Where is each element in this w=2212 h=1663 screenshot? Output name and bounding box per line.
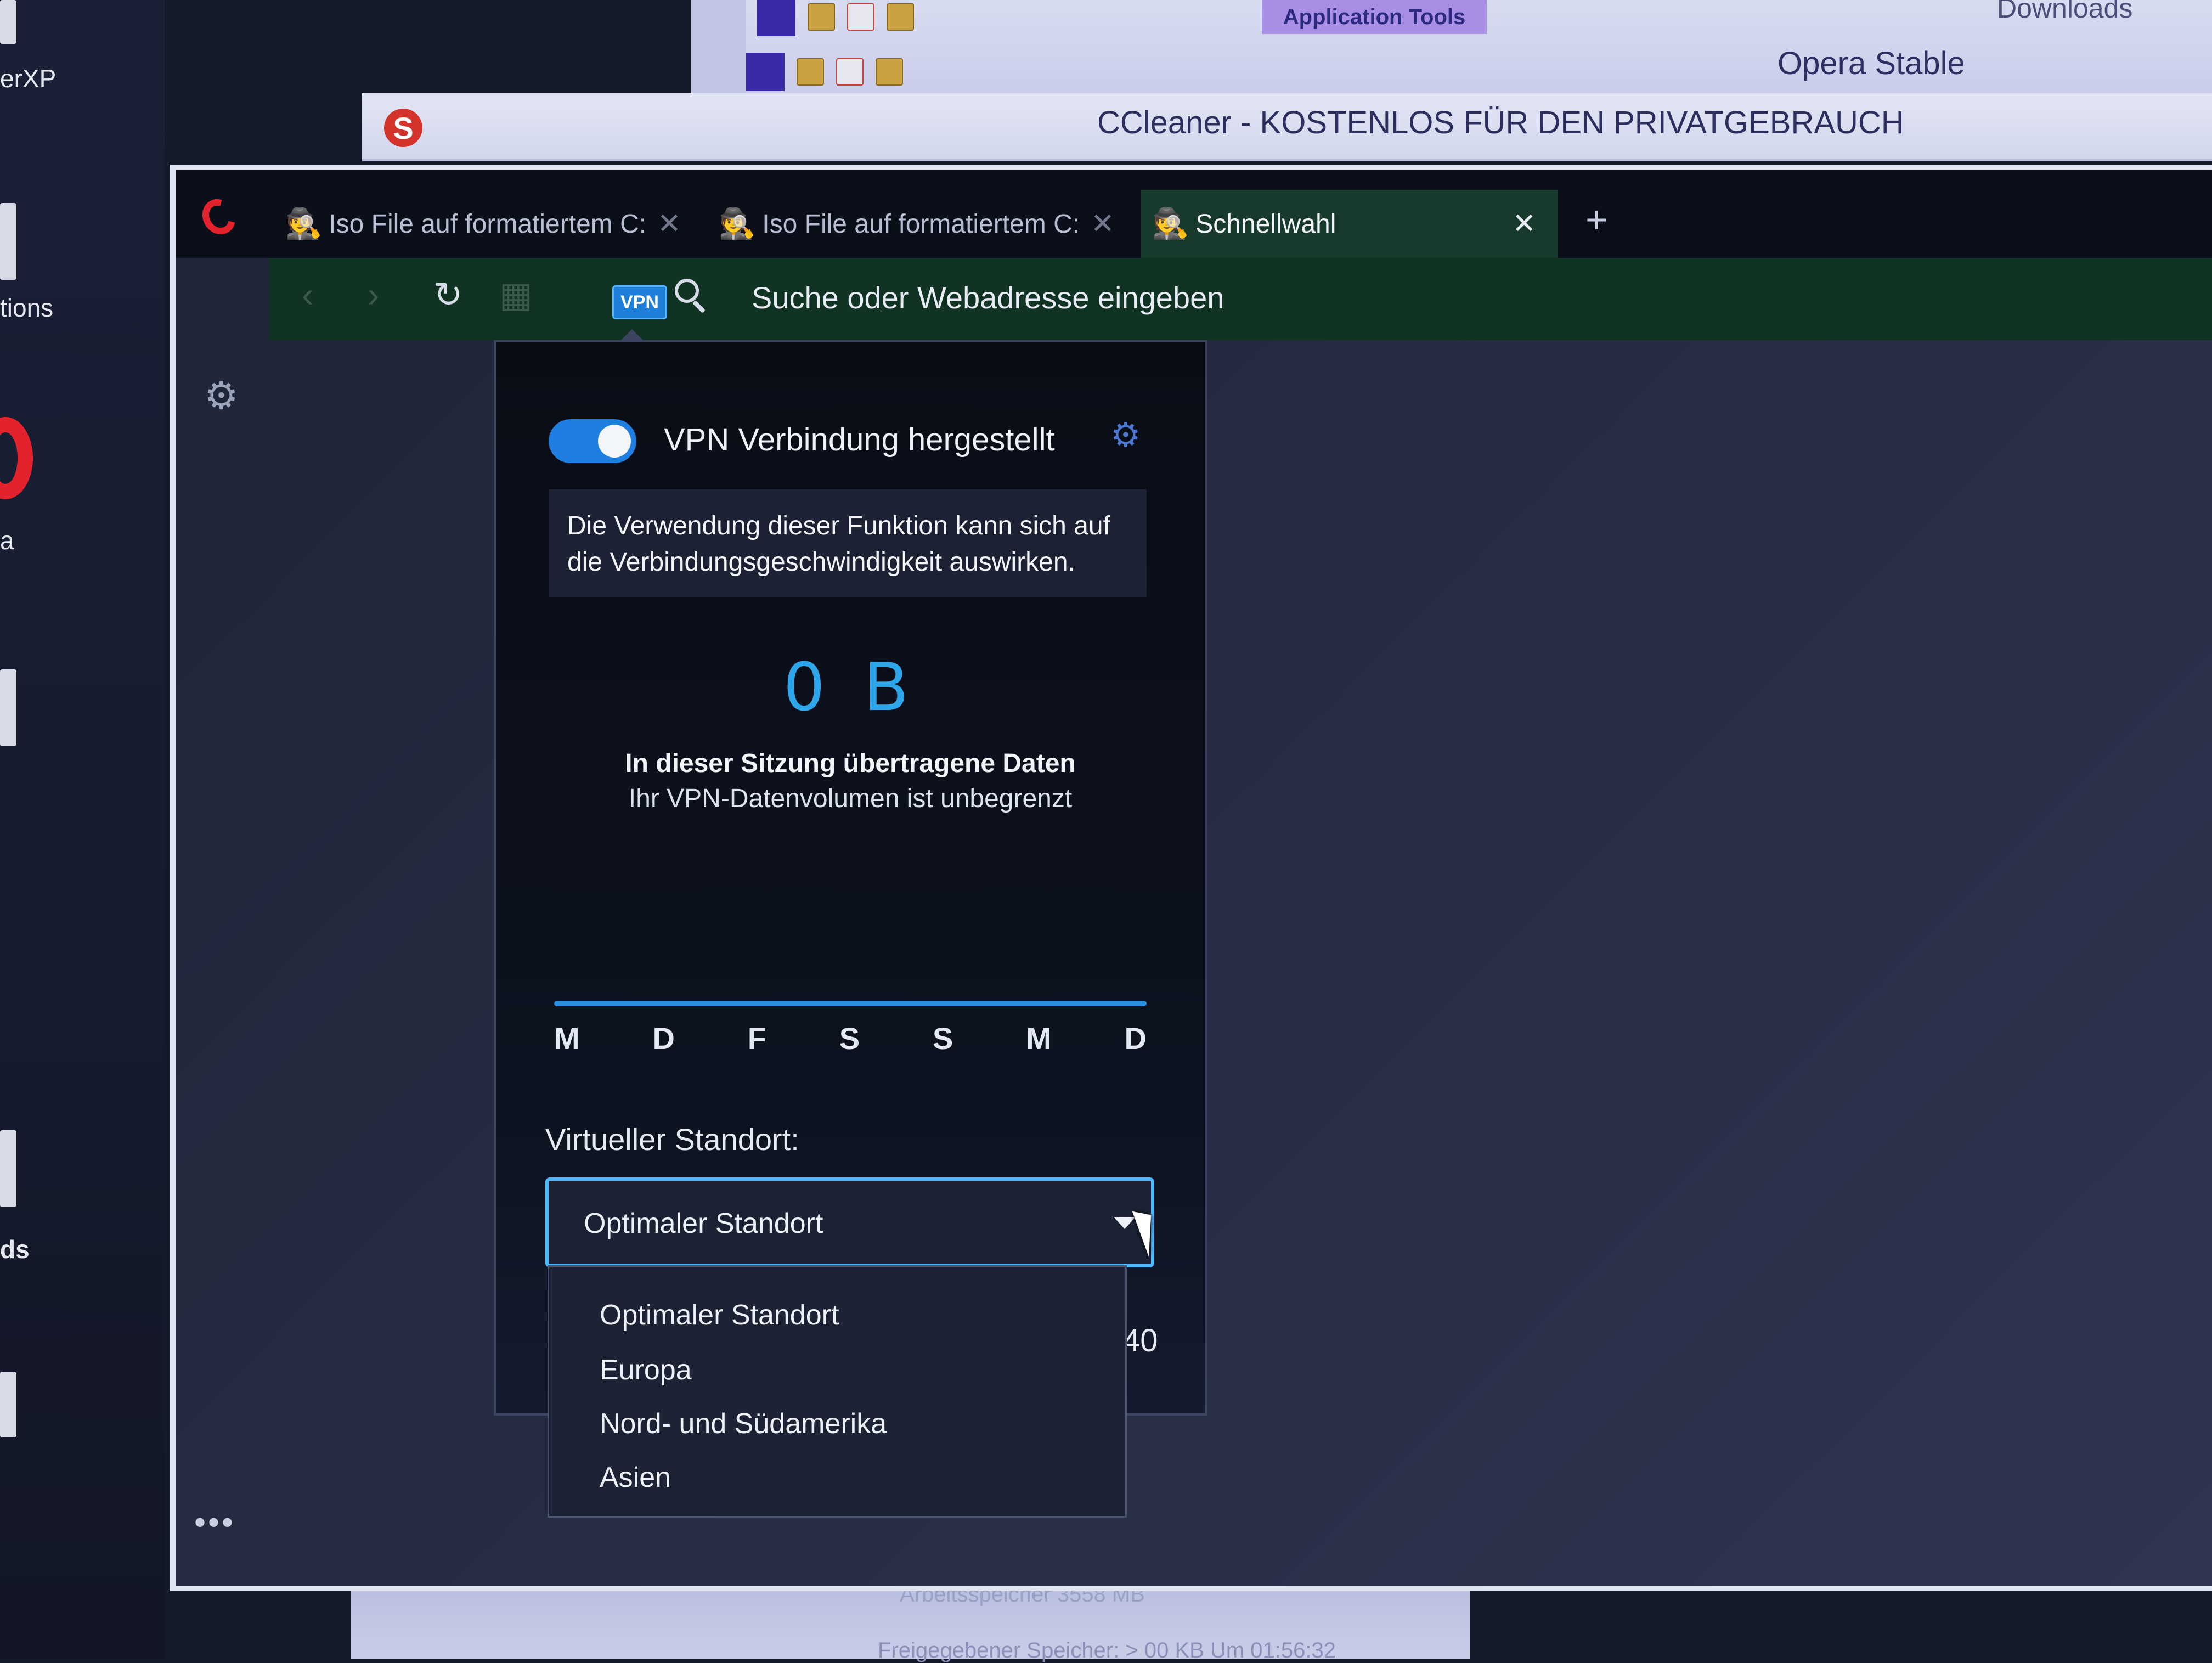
tab-grid-icon[interactable]: ▦: [499, 274, 532, 315]
tab-iso-file-1[interactable]: 🕵 Iso File auf formatiertem C: ✕: [285, 190, 697, 258]
edit-icon[interactable]: [847, 3, 874, 31]
location-option-optimal[interactable]: Optimaler Standort: [600, 1299, 839, 1332]
weekday-label: M: [554, 1021, 580, 1056]
tab-close-icon[interactable]: ✕: [657, 207, 681, 240]
location-dropdown-list: Optimaler Standort Europa Nord- und Süda…: [548, 1265, 1127, 1518]
quick-access-toolbar: [746, 53, 903, 91]
location-option-europe[interactable]: Europa: [600, 1354, 692, 1386]
weekday-label: D: [1124, 1021, 1147, 1056]
desktop-icon[interactable]: [0, 669, 16, 746]
private-spy-icon: 🕵: [285, 207, 323, 240]
opera-menu-icon[interactable]: [196, 193, 242, 241]
vpn-toggle[interactable]: [549, 419, 636, 463]
tab-schnellwahl[interactable]: 🕵 Schnellwahl ✕: [1141, 190, 1558, 258]
folder-icon[interactable]: [887, 3, 914, 31]
weekday-label: S: [932, 1021, 953, 1056]
edit-icon[interactable]: [836, 58, 864, 86]
virtual-location-label: Virtueller Standort:: [545, 1122, 799, 1157]
tab-iso-file-2[interactable]: 🕵 Iso File auf formatiertem C: ✕: [719, 190, 1130, 258]
desktop-icon[interactable]: [0, 1372, 16, 1437]
tab-close-icon[interactable]: ✕: [1091, 207, 1115, 240]
data-volume-note: Ihr VPN-Datenvolumen ist unbegrenzt: [628, 784, 1073, 813]
weekday-label: D: [652, 1021, 675, 1056]
forward-button[interactable]: ›: [368, 274, 379, 315]
desktop-icon[interactable]: [0, 0, 16, 44]
vpn-status-label: VPN Verbindung hergestellt: [664, 422, 1055, 458]
location-option-asia[interactable]: Asien: [600, 1461, 671, 1494]
tab-label: Iso File auf formatiertem C:: [762, 209, 1080, 239]
ccleaner-title: CCleaner - KOSTENLOS FÜR DEN PRIVATGEBRA…: [1097, 105, 1904, 140]
app-icon: [746, 53, 785, 91]
opera-desktop-icon[interactable]: [0, 417, 33, 499]
transferred-data-label: In dieser Sitzung übertragene Daten: [625, 749, 1076, 778]
usage-graph-baseline: [554, 1001, 1147, 1006]
tab-bar: 🕵 Iso File auf formatiertem C: ✕ 🕵 Iso F…: [176, 170, 2212, 258]
partial-value: 40: [1122, 1323, 1158, 1358]
downloads-window-title: Downloads: [1997, 0, 2133, 24]
search-icon: [675, 279, 699, 303]
desktop-label: ds: [0, 1235, 30, 1264]
reload-button[interactable]: ↻: [433, 274, 463, 315]
desktop-icon[interactable]: [0, 1130, 16, 1207]
tab-close-icon[interactable]: ✕: [1512, 207, 1536, 240]
ccleaner-status-area: Arbeitsspeicher 3558 MB Freigegebener Sp…: [351, 1582, 1470, 1662]
back-button[interactable]: ‹: [302, 274, 313, 315]
freed-memory-status: Freigegebener Speicher: > 00 KB Um 01:56…: [878, 1638, 1336, 1662]
address-bar-input[interactable]: Suche oder Webadresse eingeben: [752, 280, 1224, 315]
sidebar-more-button[interactable]: •••: [194, 1503, 235, 1541]
new-tab-button[interactable]: +: [1585, 198, 1608, 241]
desktop: erXP tions a ds: [0, 0, 165, 1659]
folder-icon[interactable]: [876, 58, 903, 86]
transferred-data-amount: 0 B: [783, 650, 918, 726]
address-toolbar: ‹ › ↻ ▦ VPN Suche oder Webadresse eingeb…: [269, 258, 2212, 340]
virtual-location-select[interactable]: Optimaler Standort: [545, 1177, 1154, 1267]
vpn-speed-notice: Die Verwendung dieser Funktion kann sich…: [549, 489, 1147, 597]
app-icon: [757, 0, 795, 36]
weekday-label: M: [1026, 1021, 1052, 1056]
weekday-label: F: [747, 1021, 766, 1056]
vpn-settings-gear-icon[interactable]: ⚙: [1110, 415, 1141, 455]
tab-label: Schnellwahl: [1195, 209, 1336, 239]
desktop-label: tions: [0, 294, 54, 322]
desktop-icon[interactable]: [0, 203, 16, 280]
folder-icon[interactable]: [797, 58, 824, 86]
popup-pointer: [620, 329, 644, 341]
desktop-label: erXP: [0, 64, 57, 93]
private-spy-icon: 🕵: [719, 207, 756, 240]
desktop-label: a: [0, 526, 14, 555]
quick-access-toolbar: [757, 0, 914, 36]
window-edge: [691, 0, 746, 93]
vpn-popup: VPN Verbindung hergestellt ⚙ Die Verwend…: [494, 340, 1207, 1416]
selected-location: Optimaler Standort: [584, 1208, 823, 1239]
application-tools-tab[interactable]: Application Tools: [1262, 0, 1487, 34]
ccleaner-logo-icon: S: [384, 109, 422, 147]
opera-stable-window-title: Opera Stable: [1778, 46, 1965, 81]
chevron-down-icon[interactable]: [1114, 1217, 1136, 1229]
vpn-badge-button[interactable]: VPN: [612, 285, 667, 319]
location-option-americas[interactable]: Nord- und Südamerika: [600, 1407, 887, 1440]
ccleaner-window[interactable]: S CCleaner - KOSTENLOS FÜR DEN PRIVATGEB…: [362, 93, 2212, 161]
settings-gear-icon[interactable]: ⚙: [204, 373, 239, 418]
tab-label: Iso File auf formatiertem C:: [329, 209, 647, 239]
weekday-axis: M D F S S M D: [554, 1021, 1147, 1056]
weekday-label: S: [839, 1021, 860, 1056]
properties-icon[interactable]: [808, 3, 835, 31]
private-spy-icon: 🕵: [1152, 207, 1189, 240]
